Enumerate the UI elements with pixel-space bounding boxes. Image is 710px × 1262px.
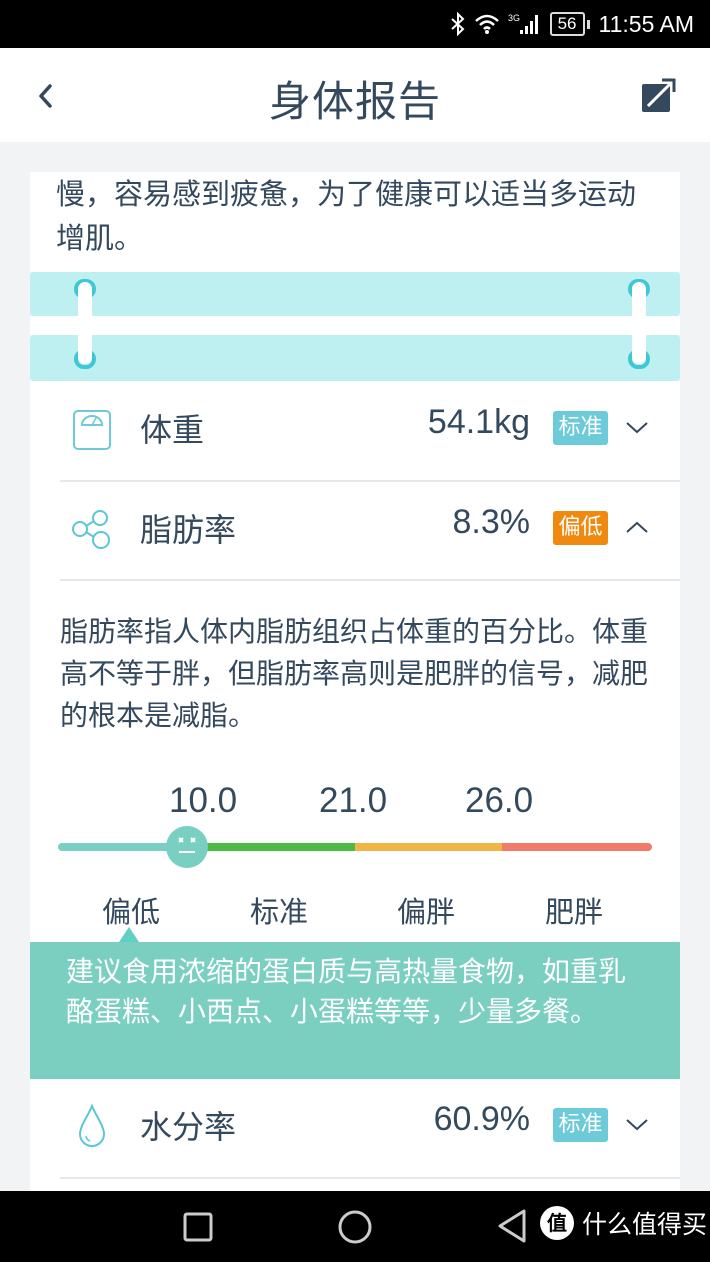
metric-value: 8.3% [452,503,531,541]
share-external-icon [642,78,676,112]
watermark: 值 什么值得买 [540,1205,707,1241]
water-drop-icon [70,1102,114,1150]
dizzy-face-icon [178,837,196,853]
clock: 11:55 AM [598,10,694,37]
home-button[interactable] [337,1209,373,1245]
binder-ring [78,282,92,364]
metric-value: 54.1kg [427,403,530,441]
scale-icon [70,405,114,453]
status-badge: 偏低 [553,511,608,545]
advice-pointer [119,927,139,942]
molecule-icon [70,505,114,553]
status-badge: 标准 [553,1108,608,1142]
threshold-label: 21.0 [319,781,388,820]
category-label: 偏胖 [397,895,456,929]
scale-segment-low [58,843,171,851]
app-header: 身体报告 [0,48,710,142]
metric-label: 脂肪率 [140,511,237,549]
metric-label: 体重 [140,411,205,449]
current-value-marker [166,826,208,868]
metric-label: 水分率 [140,1108,237,1146]
binder-gap [30,316,680,335]
watermark-text: 什么值得买 [582,1210,708,1239]
back-nav-button[interactable] [496,1208,528,1244]
binder-band-bottom [30,335,680,381]
advice-box: 建议食用浓缩的蛋白质与高热量食物，如重乳酪蛋糕、小西点、小蛋糕等等，少量多餐。 [30,942,680,1079]
chevron-down-icon[interactable] [624,1114,650,1134]
category-label: 偏低 [102,895,161,929]
threshold-label: 26.0 [465,781,534,820]
metric-value: 60.9% [433,1100,530,1138]
advice-text: 建议食用浓缩的蛋白质与高热量食物，如重乳酪蛋糕、小西点、小蛋糕等等，少量多餐。 [66,955,627,1028]
network-type: 3G [508,13,520,23]
battery-icon: 56 [549,12,590,36]
binder-band-top [30,272,680,316]
metric-row-water[interactable]: 水分率 60.9% 标准 [30,1078,680,1176]
threshold-label: 10.0 [169,781,238,820]
chevron-up-icon[interactable] [624,517,650,537]
scale-segment-overweight [355,843,502,851]
summary-text: 慢，容易感到疲惫，为了健康可以适当多运动增肌。 [56,177,637,255]
body-fat-scale-bar [58,843,652,853]
metric-list: 体重 54.1kg 标准 脂肪率 8.3% 偏低 脂肪率指人体内脂肪组织占体重的… [30,381,680,1191]
system-navigation-bar: 值 什么值得买 [0,1191,710,1262]
wifi-icon [474,13,500,35]
page-title: 身体报告 [268,77,441,126]
divider [60,1177,680,1179]
scale-segment-standard [207,843,355,851]
watermark-logo-icon: 值 [540,1206,574,1240]
summary-card: 慢，容易感到疲惫，为了健康可以适当多运动增肌。 [30,172,680,272]
status-bar: 3G 56 11:55 AM [0,0,710,48]
status-badge: 标准 [553,411,608,445]
binder-ring [632,282,646,364]
recent-apps-button[interactable] [182,1211,214,1243]
category-label: 标准 [250,895,309,929]
cellular-signal-icon: 3G [508,12,542,36]
share-button[interactable] [640,76,678,114]
bluetooth-icon [450,12,466,36]
divider [60,579,680,581]
scale-segment-obese [502,843,652,851]
metric-row-body-fat[interactable]: 脂肪率 8.3% 偏低 [30,481,680,579]
body-fat-description: 脂肪率指人体内脂肪组织占体重的百分比。体重高不等于胖，但脂肪率高则是肥胖的信号，… [60,615,649,732]
category-label: 肥胖 [545,895,604,929]
chevron-down-icon[interactable] [624,417,650,437]
metric-row-weight[interactable]: 体重 54.1kg 标准 [30,381,680,479]
